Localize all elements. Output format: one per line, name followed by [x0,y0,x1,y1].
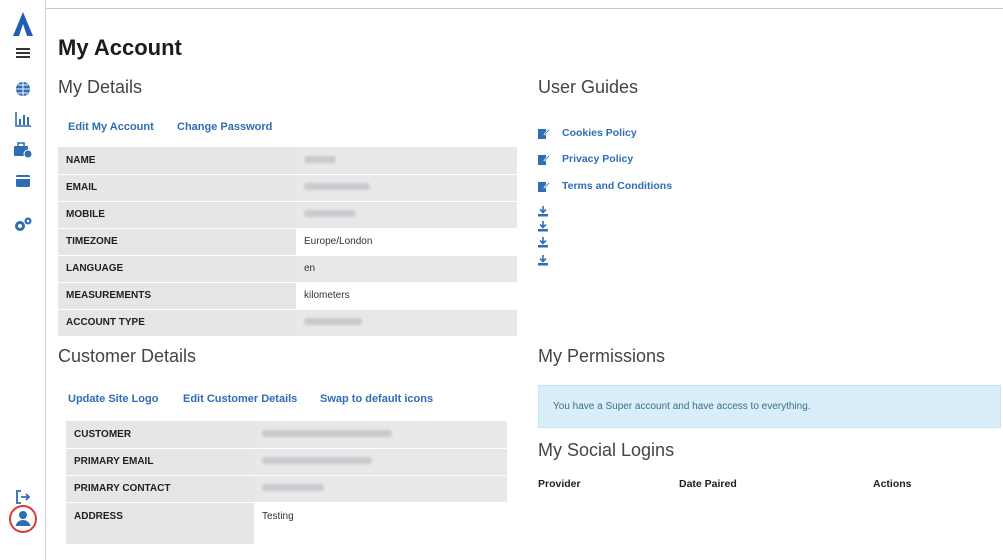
row-label: LANGUAGE [58,255,296,283]
customer-value [254,421,507,449]
account-type-value [296,309,517,337]
row-label: PRIMARY EMAIL [66,448,254,476]
guide-link-label[interactable]: Privacy Policy [562,153,633,165]
guide-link-label[interactable]: Terms and Conditions [562,180,672,192]
my-details-title: My Details [58,77,143,97]
table-row: PRIMARY EMAIL [66,448,507,476]
change-password-link[interactable]: Change Password [177,121,272,133]
download-icon[interactable] [537,221,549,232]
customer-details-title: Customer Details [58,346,197,366]
wallet-icon[interactable] [0,171,46,191]
table-row: NAME [58,147,517,175]
download-icon[interactable] [537,206,549,217]
document-edit-icon [538,181,552,192]
update-site-logo-link[interactable]: Update Site Logo [68,393,158,405]
primary-contact-value [254,475,507,503]
timezone-value: Europe/London [296,228,517,256]
my-permissions-title: My Permissions [538,346,666,366]
address-value: Testing [254,502,507,545]
page-title: My Account [58,35,182,60]
row-label: ADDRESS [66,502,254,545]
language-value: en [296,255,517,283]
my-details-table: NAME EMAIL MOBILE TIMEZONE Europe/London… [58,147,517,337]
column-header-date-paired: Date Paired [679,478,737,490]
row-label: NAME [58,147,296,175]
table-row: EMAIL [58,174,517,202]
row-label: EMAIL [58,174,296,202]
menu-icon[interactable] [0,44,46,62]
logo-a-icon[interactable] [0,10,46,38]
customer-details-table: CUSTOMER PRIMARY EMAIL PRIMARY CONTACT A… [66,421,507,545]
download-icon[interactable] [537,255,549,266]
table-row: ADDRESS Testing [66,502,507,545]
table-row: LANGUAGE en [58,255,517,283]
row-label: TIMEZONE [58,228,296,256]
table-row: MEASUREMENTS kilometers [58,282,517,310]
guide-link-label[interactable]: Cookies Policy [562,127,637,139]
gears-icon[interactable] [0,214,46,236]
column-header-actions: Actions [873,478,912,490]
row-label: MOBILE [58,201,296,229]
download-icon[interactable] [537,237,549,248]
row-label: PRIMARY CONTACT [66,475,254,503]
measurements-value: kilometers [296,282,517,310]
guide-item-cookies[interactable]: Cookies Policy [538,127,637,139]
user-icon[interactable] [0,502,46,536]
document-edit-icon [538,128,552,139]
table-row: TIMEZONE Europe/London [58,228,517,256]
bar-chart-icon[interactable] [0,109,46,129]
name-value [296,147,517,175]
document-edit-icon [538,154,552,165]
primary-email-value [254,448,507,476]
sidebar [0,0,46,560]
edit-customer-details-link[interactable]: Edit Customer Details [183,393,297,405]
toolbox-icon[interactable] [0,139,46,161]
column-header-provider: Provider [538,478,581,490]
guide-item-privacy[interactable]: Privacy Policy [538,153,633,165]
table-row: ACCOUNT TYPE [58,309,517,337]
social-logins-title: My Social Logins [538,440,675,460]
row-label: ACCOUNT TYPE [58,309,296,337]
row-label: MEASUREMENTS [58,282,296,310]
table-row: MOBILE [58,201,517,229]
globe-icon[interactable] [0,80,46,98]
table-row: PRIMARY CONTACT [66,475,507,503]
permissions-alert: You have a Super account and have access… [538,385,1001,428]
window-top-border [0,8,1003,9]
table-row: CUSTOMER [66,421,507,449]
edit-my-account-link[interactable]: Edit My Account [68,121,154,133]
mobile-value [296,201,517,229]
email-value [296,174,517,202]
row-label: CUSTOMER [66,421,254,449]
permissions-message: You have a Super account and have access… [553,401,811,412]
user-guides-title: User Guides [538,77,639,97]
guide-item-terms[interactable]: Terms and Conditions [538,180,672,192]
swap-default-icons-link[interactable]: Swap to default icons [320,393,433,405]
